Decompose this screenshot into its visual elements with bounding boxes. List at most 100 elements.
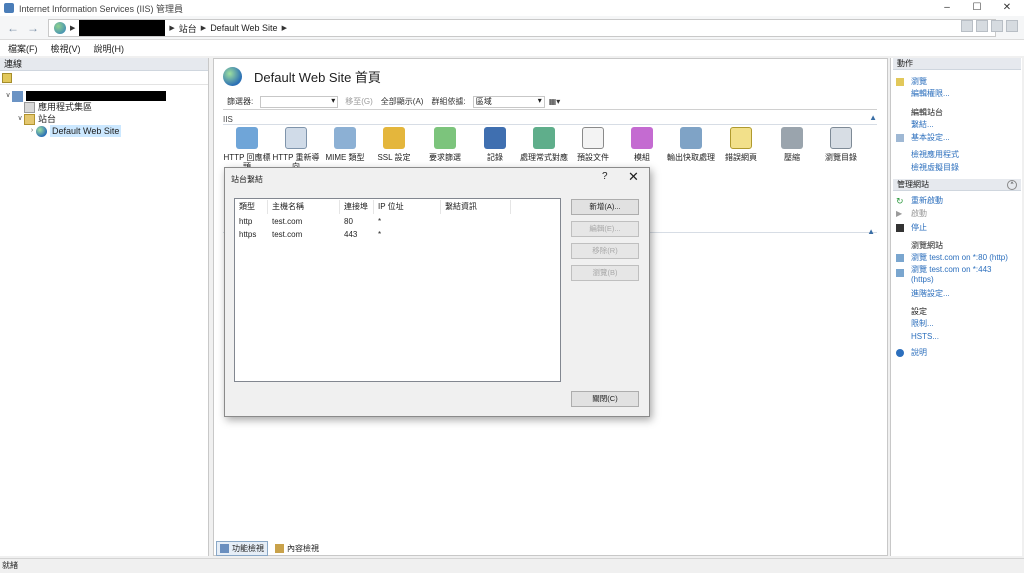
new-connection-icon[interactable] bbox=[2, 72, 12, 83]
show-all-button[interactable]: 全部顯示(A) bbox=[381, 96, 424, 107]
browse-site-icon bbox=[896, 269, 904, 277]
minimize-button[interactable]: – bbox=[932, 0, 962, 16]
feature-label: 記錄 bbox=[487, 153, 503, 162]
mime-icon bbox=[334, 127, 356, 149]
remove-binding-button[interactable]: 移除(R) bbox=[571, 243, 639, 259]
action-view-virtual-dirs[interactable]: 檢視虛擬目錄 bbox=[911, 163, 959, 173]
browse-binding-button[interactable]: 瀏覽(B) bbox=[571, 265, 639, 281]
action-bindings[interactable]: 繫結... bbox=[911, 120, 934, 130]
breadcrumb-separator-icon[interactable]: ▶ bbox=[201, 24, 206, 32]
feature-handler-mappings[interactable]: 處理常式對應 bbox=[519, 125, 569, 162]
back-arrow-icon[interactable]: ← bbox=[4, 20, 22, 36]
column-ip[interactable]: IP 位址 bbox=[374, 200, 441, 214]
output-caching-icon bbox=[680, 127, 702, 149]
feature-logging[interactable]: 記錄 bbox=[470, 125, 520, 162]
help-icon[interactable] bbox=[1006, 20, 1018, 32]
collapse-up-icon[interactable]: ▲ bbox=[867, 227, 875, 236]
feature-mime-types[interactable]: MIME 類型 bbox=[320, 125, 370, 162]
action-basic-settings[interactable]: 基本設定... bbox=[911, 133, 950, 143]
breadcrumb-default-site[interactable]: Default Web Site bbox=[210, 23, 277, 33]
action-browse-https-suffix[interactable]: (https) bbox=[911, 275, 934, 285]
menu-file[interactable]: 檔案(F) bbox=[8, 42, 38, 55]
action-edit-permissions[interactable]: 編輯權限... bbox=[911, 89, 950, 99]
action-restart[interactable]: 重新啟動 bbox=[911, 196, 943, 206]
collapse-up-icon[interactable]: ^ bbox=[1007, 180, 1017, 190]
column-type[interactable]: 類型 bbox=[235, 200, 268, 214]
tab-features-view[interactable]: 功能檢視 bbox=[216, 540, 268, 556]
group-by-select[interactable]: 區域 bbox=[472, 95, 545, 108]
response-headers-icon bbox=[236, 127, 258, 149]
home-icon[interactable] bbox=[991, 20, 1003, 32]
action-help[interactable]: 說明 bbox=[911, 348, 927, 358]
dialog-close-icon[interactable]: ✕ bbox=[628, 169, 639, 185]
cell-host: test.com bbox=[272, 217, 303, 226]
add-binding-button[interactable]: 新增(A)... bbox=[571, 199, 639, 215]
stop-icon[interactable] bbox=[976, 20, 988, 32]
action-limits[interactable]: 限制... bbox=[911, 319, 934, 329]
column-port[interactable]: 連接埠 bbox=[340, 200, 374, 214]
action-browse-http[interactable]: 瀏覽 test.com on *:80 (http) bbox=[911, 253, 1008, 263]
filter-bar: 篩選器: 移至(G) 全部顯示(A) 群組依據: 區域 ▦▾ bbox=[223, 94, 877, 110]
feature-request-filtering[interactable]: 要求篩選 bbox=[420, 125, 470, 162]
connections-pane: 連線 ∨ 應用程式集區 ∨ 站台 › Default Web Site bbox=[0, 58, 209, 556]
expand-arrow-icon[interactable]: ∨ bbox=[4, 90, 12, 102]
expand-arrow-icon[interactable]: ∨ bbox=[16, 113, 24, 125]
action-browse-https[interactable]: 瀏覽 test.com on *:443 bbox=[911, 265, 991, 275]
breadcrumb[interactable]: ▶ ▶ 站台 ▶ Default Web Site ▶ bbox=[48, 19, 996, 37]
tree-app-pools[interactable]: 應用程式集區 bbox=[16, 101, 92, 113]
column-binding-info[interactable]: 繫結資訊 bbox=[441, 200, 511, 214]
action-hsts[interactable]: HSTS... bbox=[911, 332, 939, 342]
column-host[interactable]: 主機名稱 bbox=[268, 200, 340, 214]
action-advanced-settings[interactable]: 進階設定... bbox=[911, 289, 950, 299]
breadcrumb-separator-icon[interactable]: ▶ bbox=[282, 24, 287, 32]
feature-modules[interactable]: 模組 bbox=[617, 125, 667, 162]
feature-label: 要求篩選 bbox=[429, 153, 461, 162]
tab-content-view[interactable]: 內容檢視 bbox=[272, 542, 322, 555]
breadcrumb-separator-icon[interactable]: ▶ bbox=[169, 24, 174, 32]
menu-help[interactable]: 說明(H) bbox=[94, 42, 125, 55]
go-button[interactable]: 移至(G) bbox=[345, 96, 373, 107]
refresh-icon[interactable] bbox=[961, 20, 973, 32]
dialog-help-button[interactable]: ? bbox=[602, 171, 608, 182]
window-title: Internet Information Services (IIS) 管理員 bbox=[19, 3, 184, 14]
feature-http-redirect[interactable]: HTTP 重新導向 bbox=[271, 125, 321, 171]
tab-label: 功能檢視 bbox=[232, 543, 264, 553]
feature-label: 輸出快取處理 bbox=[667, 153, 715, 162]
action-start[interactable]: 啟動 bbox=[911, 209, 927, 219]
bindings-list[interactable]: 類型 主機名稱 連接埠 IP 位址 繫結資訊 http test.com 80 … bbox=[234, 198, 561, 382]
view-mode-icon[interactable]: ▦▾ bbox=[549, 97, 561, 106]
breadcrumb-sites[interactable]: 站台 bbox=[179, 22, 197, 35]
feature-ssl-settings[interactable]: SSL 設定 bbox=[369, 125, 419, 162]
cell-type: https bbox=[239, 230, 257, 239]
action-view-applications[interactable]: 檢視應用程式 bbox=[911, 150, 959, 160]
close-dialog-button[interactable]: 關閉(C) bbox=[571, 391, 639, 407]
collapse-arrow-icon[interactable]: › bbox=[28, 125, 36, 137]
feature-output-caching[interactable]: 輸出快取處理 bbox=[666, 125, 716, 162]
compression-icon bbox=[781, 127, 803, 149]
menu-view[interactable]: 檢視(V) bbox=[51, 42, 81, 55]
breadcrumb-separator-icon[interactable]: ▶ bbox=[70, 24, 75, 32]
feature-error-pages[interactable]: 錯誤網頁 bbox=[716, 125, 766, 162]
help-icon bbox=[896, 349, 904, 357]
maximize-button[interactable]: ☐ bbox=[962, 0, 992, 16]
restart-icon: ↻ bbox=[896, 196, 904, 206]
action-explore[interactable]: 瀏覽 bbox=[911, 77, 927, 87]
tree-sites[interactable]: ∨ 站台 bbox=[16, 113, 56, 125]
feature-directory-browsing[interactable]: 瀏覽目錄 bbox=[816, 125, 866, 162]
cell-type: http bbox=[239, 217, 253, 226]
filter-input[interactable] bbox=[260, 95, 339, 108]
action-stop[interactable]: 停止 bbox=[911, 223, 927, 233]
forward-arrow-icon[interactable]: → bbox=[24, 20, 42, 36]
tree-default-site[interactable]: › Default Web Site bbox=[28, 125, 122, 137]
feature-label: 瀏覽目錄 bbox=[825, 153, 857, 162]
feature-http-response-headers[interactable]: HTTP 回應標頭 bbox=[222, 125, 272, 171]
edit-binding-button[interactable]: 編輯(E)... bbox=[571, 221, 639, 237]
close-window-button[interactable]: ✕ bbox=[992, 0, 1022, 16]
browse-site-icon bbox=[896, 254, 904, 262]
manage-header: 管理網站 ^ bbox=[893, 179, 1021, 191]
collapse-up-icon[interactable]: ▲ bbox=[869, 113, 877, 122]
default-document-icon bbox=[582, 127, 604, 149]
feature-default-document[interactable]: 預設文件 bbox=[568, 125, 618, 162]
feature-compression[interactable]: 壓縮 bbox=[767, 125, 817, 162]
modules-icon bbox=[631, 127, 653, 149]
